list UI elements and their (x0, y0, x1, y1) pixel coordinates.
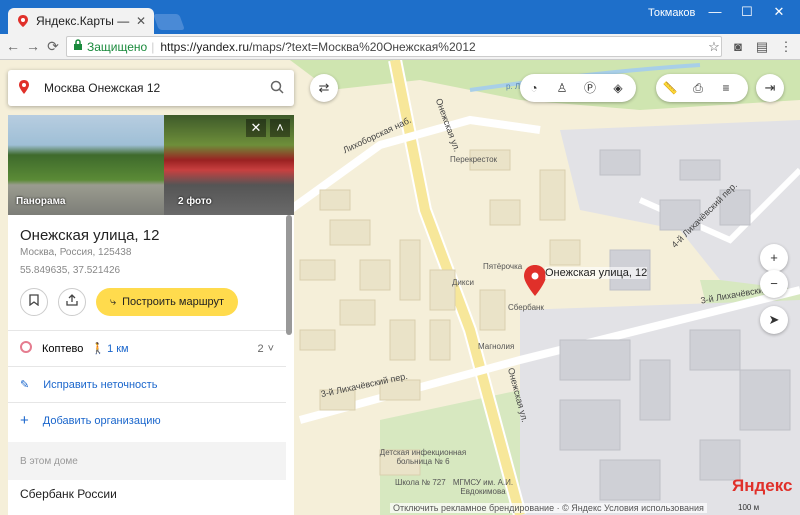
geolocation-icon[interactable]: ➤ (760, 306, 788, 334)
secure-label: Защищено (87, 39, 148, 54)
tools-group: 📏 ⎙ ≡ (656, 74, 748, 102)
organization-name[interactable]: Сбербанк России (20, 487, 117, 501)
minimize-icon[interactable]: — (700, 2, 730, 22)
reload-icon[interactable]: ⟳ (44, 37, 62, 55)
extension-icon[interactable]: ▤ (754, 39, 770, 55)
panorama-icon[interactable]: ♙ (548, 74, 576, 102)
place-address: Москва, Россия, 125438 (20, 247, 132, 258)
profile-name[interactable]: Токмаков (648, 7, 695, 19)
close-window-icon[interactable]: ✕ (764, 2, 794, 22)
search-icon[interactable] (270, 80, 284, 97)
layers-icon[interactable]: ◈ (604, 74, 632, 102)
poi-label[interactable]: Сбербанк (508, 303, 544, 312)
walk-icon: 🚶 (91, 343, 106, 355)
pin-label[interactable]: Онежская улица, 12 (545, 267, 648, 279)
build-route-label: Построить маршрут (122, 296, 225, 308)
url-text: https://yandex.ru/maps/?text=Москва%20Он… (160, 40, 475, 54)
metro-row[interactable]: Коптево 🚶 1 км 2 ˅ (8, 330, 286, 366)
zoom-out-button[interactable]: − (760, 270, 788, 298)
tab-title: Яндекс.Карты — подробн (36, 14, 130, 28)
poi-label[interactable]: МГМСУ им. А.И. Евдокимова (448, 478, 518, 496)
login-icon[interactable]: ⇥ (756, 74, 784, 102)
metro-count: 2 (257, 342, 264, 355)
bookmark-star-icon[interactable]: ☆ (706, 39, 722, 55)
search-input[interactable]: Москва Онежская 12 (44, 81, 270, 95)
close-card-icon[interactable]: ✕ (246, 119, 266, 137)
map-pin-icon (18, 79, 30, 98)
url-host: https://yandex.ru (160, 39, 250, 54)
zoom-in-button[interactable]: + (760, 244, 788, 272)
maximize-icon[interactable]: ☐ (732, 2, 762, 22)
print-icon[interactable]: ⎙ (684, 74, 712, 102)
in-this-building-header: В этом доме (8, 442, 286, 480)
poi-label[interactable]: Школа № 727 (395, 478, 446, 487)
route-icon: ⤷ (109, 295, 117, 308)
poi-label[interactable]: Детская инфекционная больница № 6 (378, 448, 468, 466)
extension-glasses-icon[interactable]: ◙ (730, 39, 746, 55)
parking-icon[interactable]: Ⓟ (576, 74, 604, 102)
new-tab-button[interactable] (153, 14, 185, 30)
back-icon[interactable]: ← (4, 37, 22, 55)
lock-icon (73, 39, 83, 54)
poi-label[interactable]: Дикси (452, 278, 474, 287)
chevron-down-icon[interactable]: ˅ (268, 343, 274, 355)
photo-strip: Панорама 2 фото ✕ ˄ (8, 115, 294, 215)
build-route-button[interactable]: ⤷ Построить маршрут (96, 288, 238, 316)
place-coordinates[interactable]: 55.849635, 37.521426 (20, 265, 120, 276)
yandex-logo: Яндекс (732, 476, 793, 495)
add-organization-link[interactable]: Добавить организацию (43, 415, 161, 427)
metro-name: Коптево (42, 342, 84, 355)
panorama-photo[interactable]: Панорама (8, 115, 164, 215)
place-card: Онежская улица, 12 Москва, Россия, 12543… (8, 215, 294, 515)
metro-icon (20, 341, 32, 356)
title-bar: Яндекс.Карты — подробн ✕ Токмаков — ☐ ✕ (0, 0, 800, 34)
pencil-icon: ✎ (20, 379, 30, 391)
address-bar[interactable]: Защищено | https://yandex.ru/maps/?text=… (66, 36, 722, 57)
panorama-label: Панорама (16, 196, 66, 207)
menu-icon[interactable]: ⋮ (778, 39, 794, 55)
photo-count-label: 2 фото (178, 196, 212, 207)
yandex-maps-favicon-icon (16, 14, 30, 28)
menu-lines-icon[interactable]: ≡ (712, 74, 740, 102)
fix-inaccuracy-row[interactable]: ✎ Исправить неточность (8, 366, 286, 402)
poi-label[interactable]: Магнолия (478, 342, 514, 351)
poi-label[interactable]: Перекресток (450, 155, 497, 164)
fix-inaccuracy-link[interactable]: Исправить неточность (43, 379, 157, 391)
panel-scrollbar[interactable] (286, 215, 292, 335)
poi-label[interactable]: Пятёрочка (483, 262, 522, 271)
ruler-icon[interactable]: 📏 (656, 74, 684, 102)
search-bar[interactable]: Москва Онежская 12 (8, 70, 294, 106)
add-org-row[interactable]: + Добавить организацию (8, 402, 286, 438)
traffic-icon[interactable]: ◔ (520, 74, 548, 102)
share-button[interactable] (58, 288, 86, 316)
url-path: /maps/?text=Москва%20Онежская%2012 (249, 39, 476, 54)
tab-close-icon[interactable]: ✕ (136, 14, 146, 28)
walk-distance: 1 км (107, 342, 129, 355)
bookmark-button[interactable] (20, 288, 48, 316)
route-mode-icon[interactable]: ⇄ (310, 74, 338, 102)
scale-bar: 100 м (738, 503, 760, 512)
map-footer[interactable]: Отключить рекламное брендирование · © Ян… (390, 503, 707, 513)
place-title: Онежская улица, 12 (20, 227, 160, 244)
collapse-chevron-icon[interactable]: ˄ (270, 119, 290, 137)
browser-tab[interactable]: Яндекс.Карты — подробн ✕ (8, 8, 154, 34)
browser-toolbar: ← → ⟳ Защищено | https://yandex.ru/maps/… (0, 34, 800, 60)
plus-icon: + (20, 412, 29, 429)
photos-thumbnail[interactable]: 2 фото ✕ ˄ (164, 115, 294, 215)
map-layers-group: ◔ ♙ Ⓟ ◈ (520, 74, 636, 102)
forward-icon[interactable]: → (24, 37, 42, 55)
